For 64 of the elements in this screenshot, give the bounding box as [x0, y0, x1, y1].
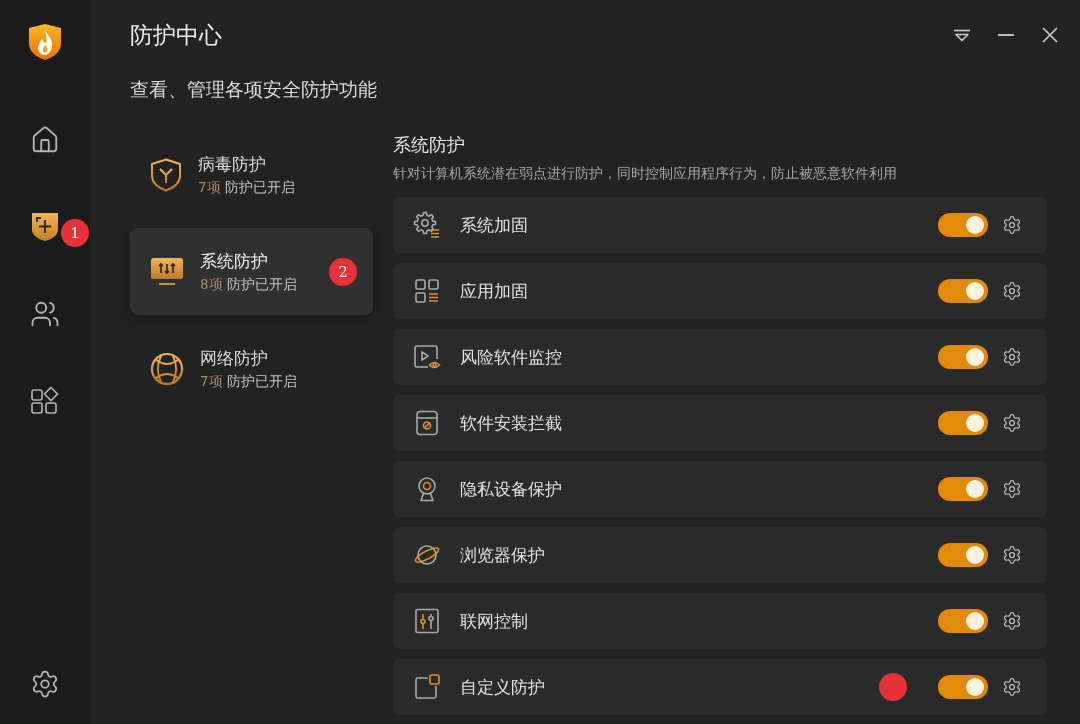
protection-label: 自定义防护	[460, 675, 545, 699]
toggle-switch[interactable]	[938, 675, 988, 699]
number-badge: 1	[61, 219, 89, 247]
row-settings-button[interactable]	[1001, 214, 1023, 236]
flame-shield-logo	[27, 23, 62, 61]
row-settings-button[interactable]	[1001, 544, 1023, 566]
toggle-switch[interactable]	[938, 477, 988, 501]
toggle-switch[interactable]	[938, 411, 988, 435]
settings-icon	[1002, 215, 1022, 235]
shield-y-icon	[150, 157, 182, 192]
row-settings-button[interactable]	[1001, 346, 1023, 368]
toggle-switch[interactable]	[938, 609, 988, 633]
item-count: 7项	[200, 372, 223, 390]
toggle-switch[interactable]	[938, 279, 988, 303]
gear-list-icon	[413, 211, 441, 239]
triangle-menu-icon	[953, 28, 971, 42]
number-badge: 2	[329, 257, 357, 286]
settings-icon	[1002, 479, 1022, 499]
status-text: 防护已开启	[226, 372, 297, 390]
status-text: 防护已开启	[226, 275, 297, 293]
settings-icon	[1002, 545, 1022, 565]
category-title: 网络防护	[200, 347, 269, 369]
section-title: 系统防护	[393, 134, 465, 156]
window-corner-icon	[413, 673, 441, 701]
item-count: 8项	[200, 275, 223, 293]
nav-button[interactable]: 1	[0, 183, 89, 270]
close-icon	[1042, 27, 1058, 43]
page-subtitle: 查看、管理各项安全防护功能	[130, 77, 377, 101]
monitor-arrows-icon	[150, 256, 184, 287]
section-description: 针对计算机系统潜在弱点进行防护，同时控制应用程序行为，防止被恶意软件利用	[393, 164, 897, 182]
settings-icon	[1002, 281, 1022, 301]
box-block-icon	[413, 409, 441, 437]
settings-icon	[1002, 677, 1022, 697]
category-title: 病毒防护	[198, 153, 267, 175]
protection-label: 隐私设备保护	[460, 477, 562, 501]
protection-label: 风险软件监控	[460, 345, 562, 369]
video-eye-icon	[413, 343, 441, 371]
protection-label: 系统加固	[460, 213, 528, 237]
shield-plus-icon	[30, 211, 59, 242]
sliders-icon	[413, 607, 441, 635]
status-text: 防护已开启	[224, 178, 295, 196]
protection-label: 联网控制	[460, 609, 528, 633]
protection-label: 浏览器保护	[460, 543, 545, 567]
settings-icon	[1002, 413, 1022, 433]
row-settings-button[interactable]	[1001, 610, 1023, 632]
settings-icon	[1002, 611, 1022, 631]
toggle-switch[interactable]	[938, 345, 988, 369]
row-settings-button[interactable]	[1001, 676, 1023, 698]
shapes-grid-icon	[29, 385, 60, 416]
minimize-icon	[998, 34, 1014, 36]
category-title: 系统防护	[200, 250, 269, 272]
window-title: 防护中心	[130, 20, 222, 50]
toggle-switch[interactable]	[938, 543, 988, 567]
settings-icon	[1002, 347, 1022, 367]
globe-icon	[150, 351, 184, 386]
grid-list-icon	[413, 277, 441, 305]
protection-label: 软件安装拦截	[460, 411, 562, 435]
row-settings-button[interactable]	[1001, 280, 1023, 302]
category-item[interactable]: 系统防护 8项 防护已开启 2	[130, 228, 373, 315]
row-settings-button[interactable]	[1001, 478, 1023, 500]
protection-label: 应用加固	[460, 279, 528, 303]
row-settings-button[interactable]	[1001, 412, 1023, 434]
item-count: 7项	[198, 178, 221, 196]
toggle-switch[interactable]	[938, 213, 988, 237]
